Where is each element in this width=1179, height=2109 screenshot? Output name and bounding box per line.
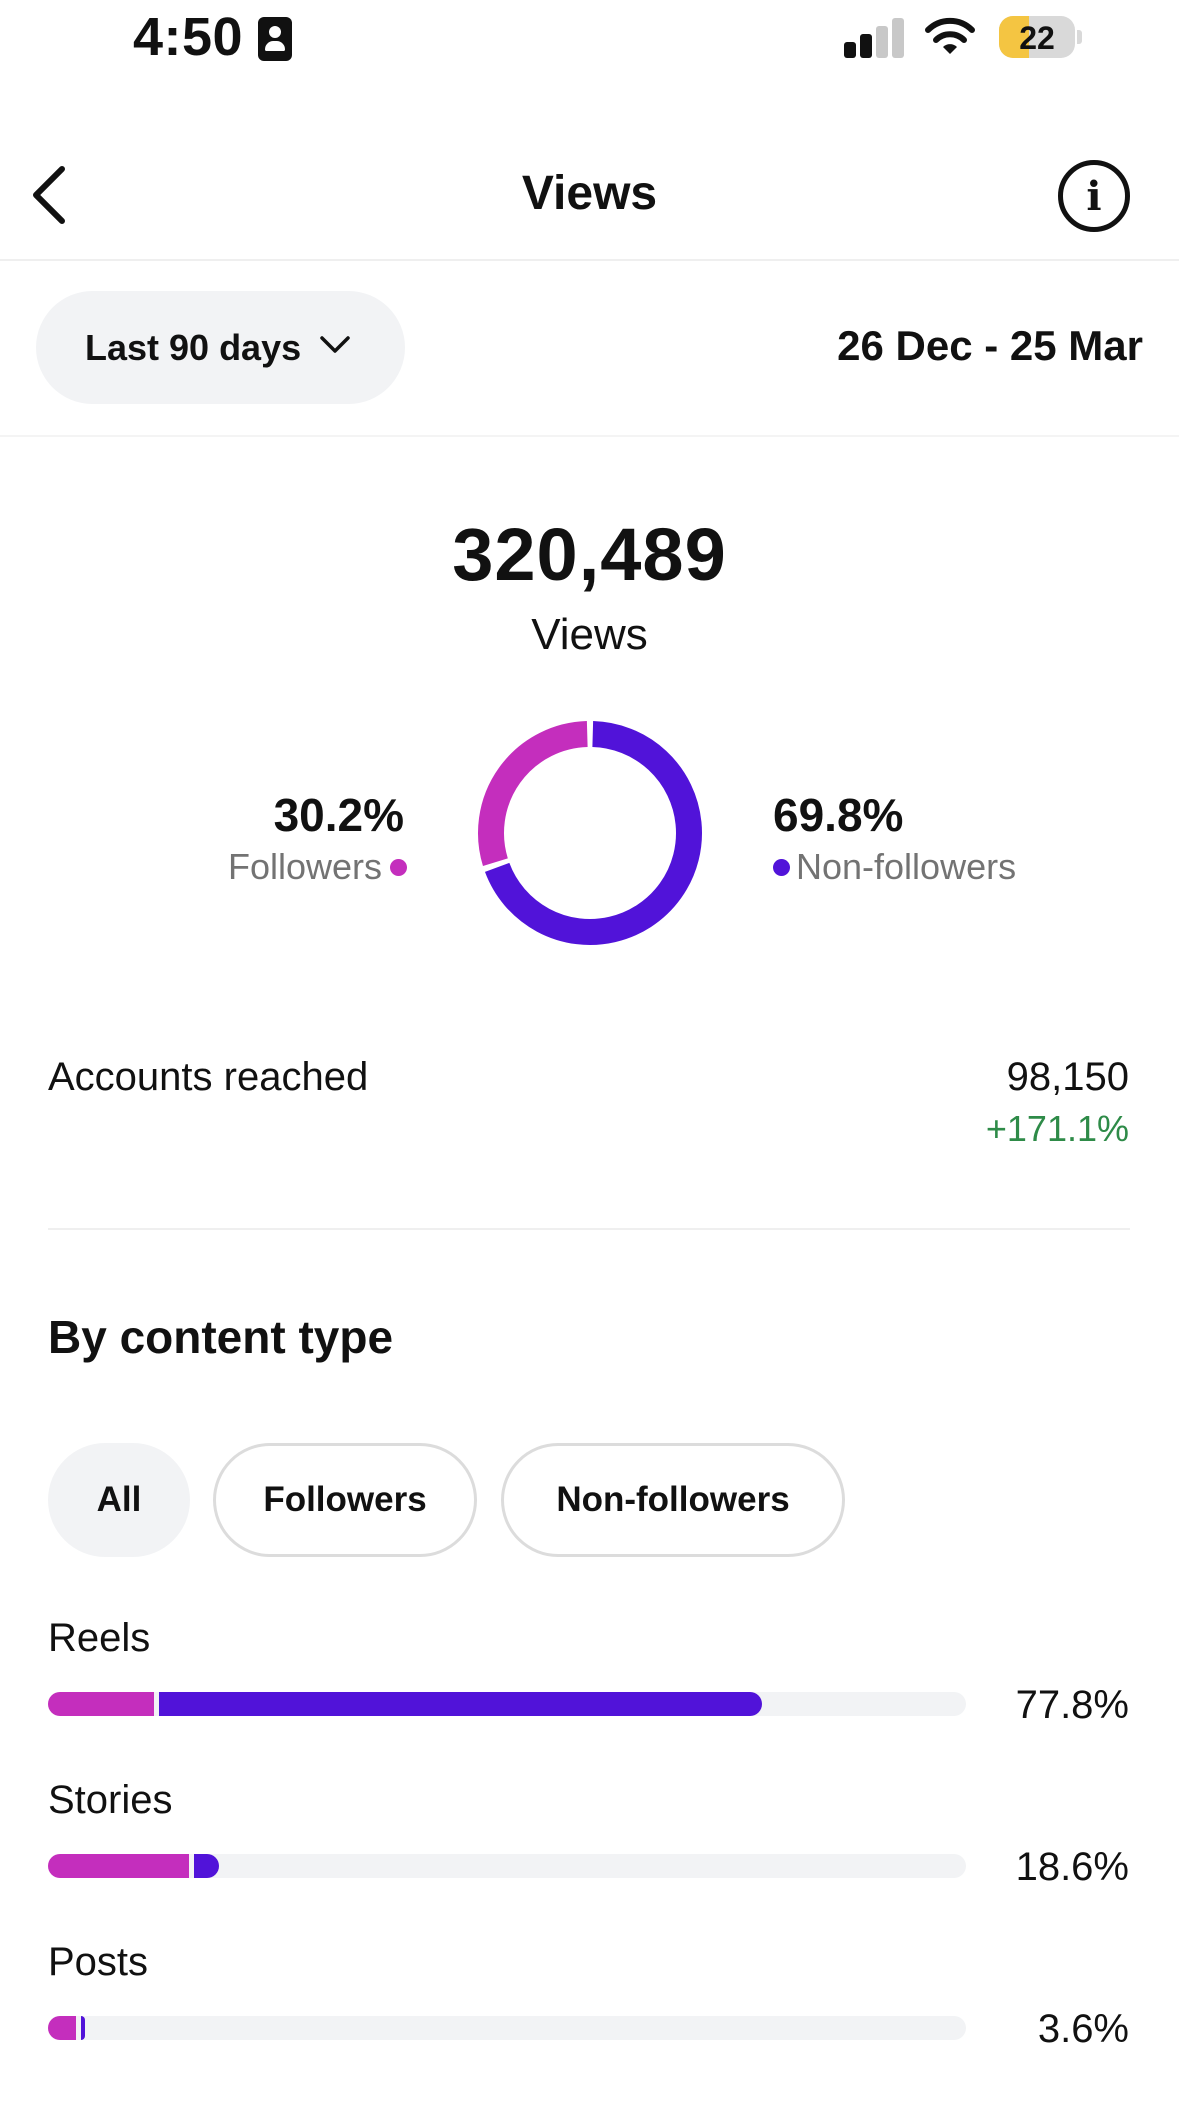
content-row-pct-stories: 18.6%	[1015, 1845, 1129, 1889]
bar-segment-followers	[48, 1692, 154, 1716]
filter-chip-all[interactable]: All	[48, 1443, 190, 1557]
content-row-label-posts: Posts	[48, 1940, 149, 1984]
chevron-down-icon	[320, 335, 350, 353]
accounts-reached-value: 98,150	[1006, 1055, 1129, 1099]
content-row-label-reels: Reels	[48, 1616, 151, 1660]
content-type-title: By content type	[48, 1311, 394, 1363]
bar-segment-non-followers	[80, 2016, 85, 2040]
accounts-reached-label: Accounts reached	[48, 1055, 369, 1099]
non-followers-dot-icon	[773, 858, 790, 876]
bar-segment-followers	[48, 2016, 76, 2040]
battery-icon: 22	[999, 16, 1075, 58]
accounts-reached-change: +171.1%	[985, 1108, 1129, 1149]
total-views-value: 320,489	[452, 513, 727, 596]
cellular-signal-icon	[844, 18, 906, 58]
content-row-pct-reels: 77.8%	[1015, 1683, 1129, 1727]
page-title: Views	[521, 167, 658, 220]
wifi-icon	[925, 17, 975, 54]
followers-percent: 30.2%	[273, 789, 404, 841]
date-range-selected: Last 90 days	[85, 326, 302, 368]
views-donut-chart	[478, 721, 702, 945]
date-range-dropdown[interactable]: Last 90 days	[36, 291, 405, 404]
non-followers-legend: Non-followers	[773, 846, 1016, 888]
info-button[interactable]: i	[1058, 160, 1130, 232]
filter-chip-followers[interactable]: Followers	[213, 1443, 477, 1557]
date-range-text: 26 Dec - 25 Mar	[837, 322, 1143, 369]
battery-level: 22	[1019, 20, 1055, 56]
content-bar-stories	[48, 1854, 966, 1878]
filter-chip-non-followers[interactable]: Non-followers	[501, 1443, 845, 1557]
non-followers-legend-label: Non-followers	[796, 846, 1017, 887]
bar-segment-followers	[48, 1854, 190, 1878]
non-followers-percent: 69.8%	[773, 789, 904, 841]
status-time: 4:50	[133, 7, 244, 67]
info-icon: i	[1086, 172, 1102, 220]
donut-slice-followers	[478, 721, 588, 866]
section-divider	[0, 435, 1179, 437]
header-divider	[0, 259, 1179, 261]
contact-card-icon	[258, 17, 292, 61]
content-bar-posts	[48, 2016, 966, 2040]
battery-cap	[1077, 30, 1082, 44]
content-row-label-stories: Stories	[48, 1778, 173, 1822]
total-views-label: Views	[531, 610, 648, 659]
followers-dot-icon	[390, 858, 407, 876]
content-bar-reels	[48, 1692, 966, 1716]
followers-legend-label: Followers	[227, 846, 382, 887]
followers-legend: Followers	[228, 846, 407, 888]
bar-segment-non-followers	[194, 1854, 219, 1878]
section-divider	[48, 1228, 1130, 1230]
bar-segment-non-followers	[158, 1692, 763, 1716]
content-row-pct-posts: 3.6%	[1037, 2007, 1129, 2051]
